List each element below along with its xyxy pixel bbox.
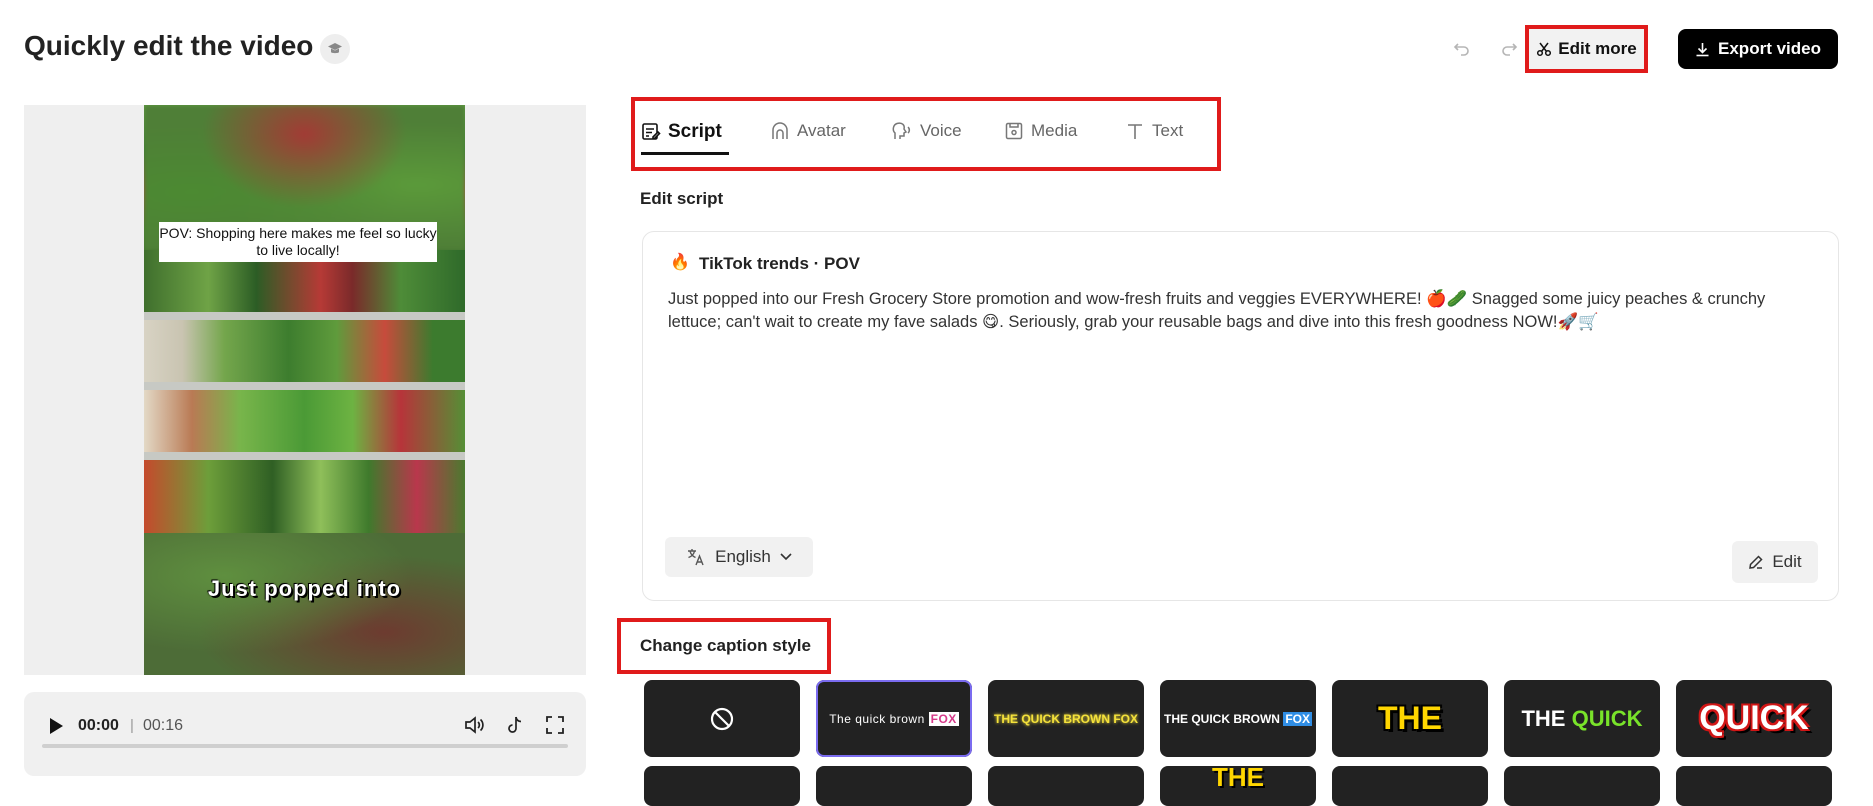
media-icon: [1005, 122, 1023, 140]
caption-style-10[interactable]: THE: [1160, 766, 1316, 806]
caption-style-3-text: THE QUICK BROWN: [1163, 711, 1280, 726]
translate-icon: [688, 549, 704, 566]
caption-style-4-text: THE: [1378, 700, 1442, 736]
caption-style-1-text: The quick brown: [829, 711, 925, 726]
caption-style-5-highlight: QUICK: [1571, 705, 1643, 731]
language-select[interactable]: English: [665, 537, 813, 577]
voice-icon: [892, 122, 911, 139]
pov-caption-text: POV: Shopping here makes me feel so luck…: [159, 222, 437, 262]
caption-style-12[interactable]: [1504, 766, 1660, 806]
script-text[interactable]: Just popped into our Fresh Grocery Store…: [668, 288, 1818, 334]
video-blur-bottom: [144, 533, 465, 675]
scissors-icon: [1537, 42, 1552, 57]
video-frame[interactable]: POV: Shopping here makes me feel so luck…: [144, 105, 465, 675]
trend-label: TikTok trends · POV: [699, 254, 860, 273]
edit-script-label: Edit: [1772, 552, 1802, 571]
export-video-label: Export video: [1718, 39, 1821, 58]
caption-style-10-text: THE: [1212, 766, 1264, 792]
caption-style-9[interactable]: [988, 766, 1144, 806]
tab-media[interactable]: Media: [1004, 121, 1077, 141]
edit-more-button[interactable]: Edit more: [1525, 25, 1648, 73]
caption-style-5[interactable]: THE QUICK: [1504, 680, 1660, 757]
caption-style-11[interactable]: [1332, 766, 1488, 806]
tab-voice-label: Voice: [920, 121, 962, 140]
tab-text-label: Text: [1152, 121, 1184, 140]
video-player-controls: 00:00 | 00:16: [24, 692, 586, 776]
export-video-button[interactable]: Export video: [1678, 29, 1838, 69]
time-separator: |: [130, 717, 134, 734]
script-icon: [642, 123, 661, 140]
tab-media-label: Media: [1031, 121, 1078, 140]
playback-progress-bar[interactable]: [42, 744, 568, 748]
pencil-icon: [1749, 555, 1763, 569]
change-caption-style-heading: Change caption style: [617, 618, 831, 674]
text-icon: [1128, 124, 1142, 139]
fire-icon: 🔥: [670, 254, 690, 271]
caption-style-none[interactable]: [644, 680, 800, 757]
language-label: English: [715, 547, 771, 566]
tab-script[interactable]: Script: [641, 121, 722, 143]
caption-style-1-highlight: FOX: [928, 711, 959, 726]
caption-style-label: Change caption style: [640, 636, 811, 655]
editor-tabs: Script Avatar Voice Media Text: [631, 97, 1221, 171]
chevron-down-icon: [780, 553, 792, 561]
animated-word-caption: Just popped into: [207, 576, 402, 601]
edit-script-heading: Edit script: [640, 189, 724, 208]
play-icon[interactable]: [44, 714, 68, 738]
download-icon: [1696, 42, 1709, 56]
edit-script-button[interactable]: Edit: [1732, 541, 1818, 583]
caption-style-2-text: THE QUICK BROWN FOX: [994, 711, 1138, 726]
tab-voice[interactable]: Voice: [891, 121, 962, 141]
active-tab-indicator: [641, 152, 729, 155]
tab-text[interactable]: Text: [1125, 121, 1183, 141]
total-duration: 00:16: [143, 717, 184, 734]
page-title: Quickly edit the video: [24, 30, 314, 61]
caption-style-6-text: QUICK: [1699, 699, 1809, 737]
current-time: 00:00: [78, 717, 119, 734]
edit-more-label: Edit more: [1558, 39, 1637, 58]
avatar-icon: [772, 122, 788, 139]
caption-style-3[interactable]: THE QUICK BROWN FOX: [1160, 680, 1316, 757]
caption-style-8[interactable]: [816, 766, 972, 806]
script-card: 🔥 TikTok trends · POV Just popped into o…: [642, 231, 1839, 601]
caption-style-13[interactable]: [1676, 766, 1832, 806]
caption-style-2[interactable]: THE QUICK BROWN FOX: [988, 680, 1144, 757]
redo-icon[interactable]: [1496, 36, 1522, 62]
caption-style-1[interactable]: The quick brown FOX: [816, 680, 972, 757]
none-icon: [710, 707, 734, 730]
tutorial-cap-icon[interactable]: [320, 34, 350, 64]
produce-shelves-image: [144, 250, 465, 533]
volume-icon[interactable]: [462, 712, 488, 738]
fullscreen-icon[interactable]: [542, 712, 568, 738]
tiktok-icon[interactable]: [502, 712, 528, 738]
tab-script-label: Script: [668, 121, 722, 142]
caption-style-7[interactable]: [644, 766, 800, 806]
caption-style-3-highlight: FOX: [1283, 711, 1312, 726]
tab-avatar[interactable]: Avatar: [770, 121, 846, 141]
caption-style-6[interactable]: QUICK: [1676, 680, 1832, 757]
tab-avatar-label: Avatar: [797, 121, 846, 140]
caption-style-5-text: THE: [1521, 705, 1566, 731]
caption-style-4[interactable]: THE: [1332, 680, 1488, 757]
undo-icon[interactable]: [1449, 36, 1475, 62]
